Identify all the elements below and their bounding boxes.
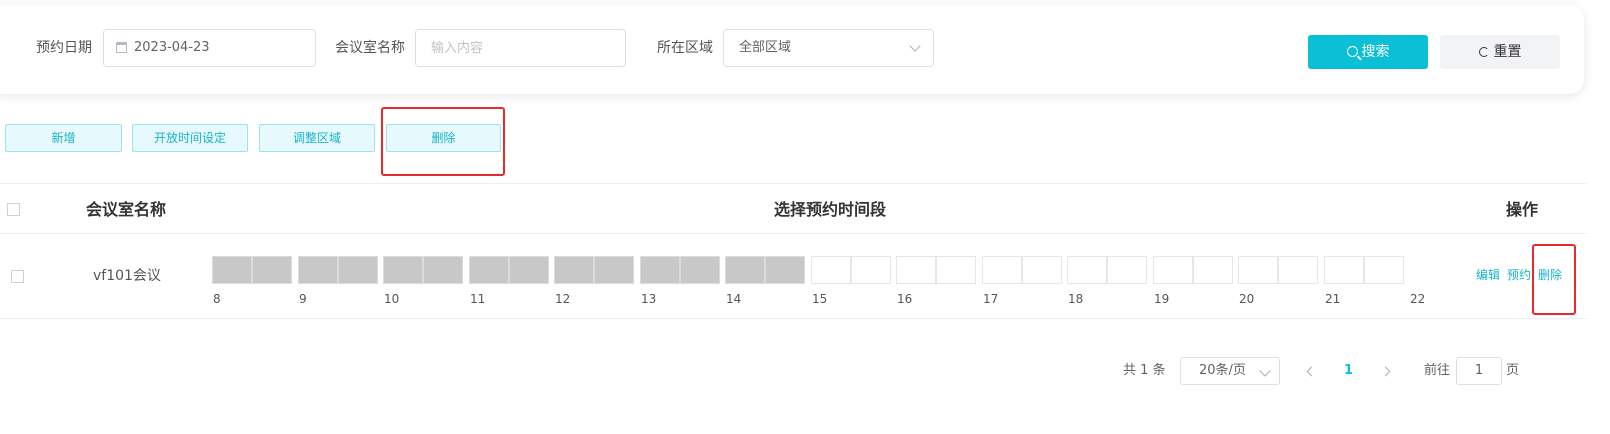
date-value: 2023-04-23: [134, 40, 210, 55]
search-icon: [1346, 46, 1358, 57]
area-select-value: 全部区域: [739, 40, 792, 55]
search-button-label: 搜索: [1361, 44, 1390, 60]
reset-button[interactable]: 重置: [1440, 35, 1560, 69]
table-bottom-border: [0, 318, 1587, 319]
time-slot-cell[interactable]: [640, 256, 680, 284]
time-slot-cell[interactable]: [1324, 256, 1364, 284]
highlight-box-row-delete: [1532, 244, 1576, 315]
room-name-field[interactable]: [415, 29, 626, 67]
room-name-input[interactable]: [431, 30, 625, 66]
time-slot-cell[interactable]: [423, 256, 463, 284]
hour-label: 17: [983, 292, 999, 306]
adjust-area-button[interactable]: 调整区域: [259, 124, 375, 152]
goto-label: 前往: [1424, 363, 1451, 378]
time-slot-cell[interactable]: [811, 256, 851, 284]
hour-label: 15: [812, 292, 828, 306]
reset-button-label: 重置: [1493, 44, 1522, 60]
area-label: 所在区域: [657, 40, 713, 56]
edit-link[interactable]: 编辑: [1476, 268, 1500, 282]
time-slot-cell[interactable]: [469, 256, 509, 284]
time-slot-cell[interactable]: [509, 256, 549, 284]
hour-label: 12: [555, 292, 571, 306]
row-checkbox[interactable]: [11, 270, 24, 283]
hour-label: 9: [299, 292, 307, 306]
calendar-icon: [116, 42, 127, 53]
next-page-icon[interactable]: [1380, 366, 1391, 377]
time-slot-cell[interactable]: [212, 256, 252, 284]
page-size-value: 20条/页: [1199, 363, 1246, 378]
hour-label: 13: [641, 292, 657, 306]
time-slot-cell[interactable]: [1107, 256, 1147, 284]
time-slot-cell[interactable]: [982, 256, 1022, 284]
highlight-box-delete: [381, 107, 505, 176]
hour-label: 19: [1154, 292, 1170, 306]
book-link[interactable]: 预约: [1507, 268, 1531, 282]
add-button[interactable]: 新增: [5, 124, 122, 152]
time-slot-cell[interactable]: [298, 256, 338, 284]
chevron-down-icon: [1259, 365, 1271, 377]
column-header-actions: 操作: [1506, 200, 1539, 219]
time-slot-cell[interactable]: [936, 256, 976, 284]
time-slot-cell[interactable]: [1022, 256, 1062, 284]
time-slot-cell[interactable]: [1278, 256, 1318, 284]
page-suffix: 页: [1506, 363, 1520, 378]
chevron-down-icon: [909, 40, 921, 52]
hour-label: 16: [897, 292, 913, 306]
refresh-icon: [1478, 47, 1489, 57]
hour-label: 21: [1325, 292, 1341, 306]
table-header-border: [0, 233, 1587, 234]
hour-label: 10: [384, 292, 400, 306]
time-slot-cell[interactable]: [252, 256, 292, 284]
search-button[interactable]: 搜索: [1308, 35, 1428, 69]
page-size-select[interactable]: 20条/页: [1180, 357, 1280, 385]
room-name-cell: vf101会议: [93, 268, 161, 284]
time-slot-cell[interactable]: [338, 256, 378, 284]
time-slot-cell[interactable]: [851, 256, 891, 284]
time-slot-cell[interactable]: [1067, 256, 1107, 284]
prev-page-icon[interactable]: [1306, 366, 1317, 377]
time-slot-cell[interactable]: [765, 256, 805, 284]
select-all-checkbox[interactable]: [7, 203, 20, 216]
time-slot-cell[interactable]: [594, 256, 634, 284]
time-slot-cell[interactable]: [554, 256, 594, 284]
hour-label: 20: [1239, 292, 1255, 306]
open-time-button[interactable]: 开放时间设定: [132, 124, 248, 152]
hour-label: 14: [726, 292, 742, 306]
current-page[interactable]: 1: [1344, 362, 1353, 380]
table-top-border: [0, 183, 1587, 184]
time-slot-cell[interactable]: [680, 256, 720, 284]
time-slot-cell[interactable]: [896, 256, 936, 284]
time-slot-cell[interactable]: [1238, 256, 1278, 284]
hour-label: 11: [470, 292, 486, 306]
time-slot-cell[interactable]: [383, 256, 423, 284]
time-slot-cell[interactable]: [725, 256, 765, 284]
hour-label: 8: [213, 292, 221, 306]
time-slot-cell[interactable]: [1153, 256, 1193, 284]
total-count: 共 1 条: [1123, 363, 1166, 378]
date-label: 预约日期: [36, 40, 92, 56]
hour-label: 18: [1068, 292, 1084, 306]
time-slot-cell[interactable]: [1364, 256, 1404, 284]
hour-label: 22: [1410, 292, 1426, 306]
time-slot-cell[interactable]: [1193, 256, 1233, 284]
area-select[interactable]: 全部区域: [723, 29, 934, 67]
room-name-label: 会议室名称: [335, 40, 405, 56]
column-header-room-name: 会议室名称: [86, 200, 167, 219]
goto-page-input[interactable]: 1: [1456, 357, 1502, 385]
date-picker[interactable]: 2023-04-23: [103, 29, 316, 67]
column-header-time-slot: 选择预约时间段: [774, 200, 887, 219]
